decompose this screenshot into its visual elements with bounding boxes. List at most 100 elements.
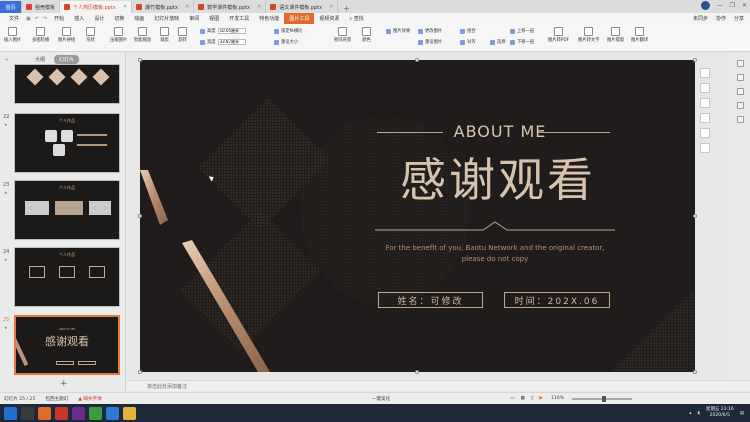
close-icon[interactable]: ✕ [185, 4, 189, 10]
menu-developer[interactable]: 开发工具 [224, 13, 254, 24]
current-slide[interactable]: ABOUT ME 感谢观看 For the benefit of you, Ba… [140, 60, 695, 372]
share-button[interactable]: 分享 [734, 15, 744, 22]
tab-document-active[interactable]: 个人简历模板.pptx ✕ [60, 1, 133, 13]
search-button[interactable]: ⌕ 查找 [344, 13, 368, 24]
menu-animation[interactable]: 动画 [129, 13, 149, 24]
new-tab-button[interactable]: + [338, 4, 355, 13]
rotate-button[interactable]: 旋转 [178, 27, 187, 43]
bring-forward-button[interactable]: 上移一层 [510, 28, 534, 34]
maximize-icon[interactable]: ❐ [730, 2, 735, 9]
sync-status[interactable]: 未同步 [693, 15, 708, 22]
collab-button[interactable]: 协作 [716, 15, 726, 22]
height-input[interactable] [217, 28, 246, 34]
folder-taskbar-icon[interactable] [123, 406, 136, 420]
tab-home[interactable]: 首页 [0, 1, 22, 13]
picture-to-text-button[interactable]: 图片转文字 [578, 27, 599, 43]
volume-icon[interactable]: ◖ [697, 411, 699, 416]
backup-icon[interactable] [737, 102, 744, 109]
menu-review[interactable]: 审阅 [184, 13, 204, 24]
start-icon[interactable] [4, 406, 17, 420]
view-reading-icon[interactable]: ▯ [531, 396, 534, 401]
slide-thumbnail[interactable]: 个人作品 [14, 247, 120, 307]
reset-size-button[interactable]: 重设大小 [274, 39, 298, 45]
multi-picture-button[interactable]: 多图轮播 [32, 27, 49, 43]
minimize-icon[interactable]: — [717, 2, 723, 9]
menu-file[interactable]: 文件 [4, 13, 24, 24]
shape-button[interactable]: 形状 [86, 27, 95, 43]
compress-button[interactable]: 压缩图片 [110, 27, 127, 43]
picture-effects-button[interactable]: 图片效果 [386, 28, 410, 34]
zoom-level[interactable]: 110% [551, 396, 564, 401]
menu-design[interactable]: 设计 [89, 13, 109, 24]
play-slideshow-icon[interactable]: ▶ [539, 396, 543, 401]
menu-view[interactable]: 视图 [204, 13, 224, 24]
remove-background-button[interactable]: 抠除背景 [334, 27, 351, 43]
zoom-slider-thumb[interactable] [602, 395, 607, 402]
menu-transition[interactable]: 切换 [109, 13, 129, 24]
menu-insert[interactable]: 插入 [69, 13, 89, 24]
tab-outline[interactable]: 大纲 [30, 55, 50, 64]
notification-icon[interactable]: ▤ [740, 411, 744, 416]
premiere-taskbar-icon[interactable] [72, 406, 85, 420]
beautify-button[interactable]: 一键美化 [372, 396, 390, 402]
picture-to-pdf-button[interactable]: 图片转PDF [548, 27, 569, 43]
color-button[interactable]: 颜色 [362, 27, 371, 43]
change-picture-button[interactable]: 更改图片 [418, 28, 442, 34]
search-taskbar-icon[interactable] [21, 406, 34, 420]
slide-thumbnail[interactable]: 个人作品 [14, 113, 120, 173]
group-button[interactable]: 组合 [460, 28, 476, 34]
select-button[interactable]: 选择 [490, 39, 506, 45]
picture-translate-button[interactable]: 图片翻译 [631, 27, 648, 43]
tab-document[interactable]: 语文课件模板.pptx ✕ [266, 1, 339, 13]
align-button[interactable]: 对齐 [460, 39, 476, 45]
clock[interactable]: 星期五 23:16 2020/6/5 [706, 407, 734, 419]
tab-docer[interactable]: 稻壳模板 [22, 1, 61, 13]
resize-handle[interactable] [138, 370, 142, 374]
insert-picture-button[interactable]: 插入图片 [4, 27, 21, 43]
menu-picture-tools[interactable]: 图片工具 [284, 13, 315, 24]
add-slide-button[interactable]: + [60, 379, 68, 389]
border-icon[interactable] [700, 128, 710, 138]
menu-video-resources[interactable]: 视频资源 [314, 13, 344, 24]
wechat-taskbar-icon[interactable] [89, 406, 102, 420]
tab-document[interactable]: 爆竹模板.pptx ✕ [132, 1, 195, 13]
menu-home[interactable]: 开始 [49, 13, 69, 24]
style-icon[interactable] [737, 74, 744, 81]
app-taskbar-icon[interactable] [55, 406, 68, 420]
lock-ratio-checkbox[interactable]: 锁定纵横比 [274, 28, 302, 34]
avatar[interactable] [700, 1, 710, 10]
view-normal-icon[interactable]: ▭ [510, 396, 514, 401]
zoom-slider[interactable] [572, 395, 633, 402]
save-icon[interactable]: ▣ [24, 13, 33, 24]
resize-handle[interactable] [138, 214, 142, 218]
resize-handle[interactable] [693, 58, 697, 62]
zoom-icon[interactable] [700, 83, 710, 93]
resize-handle[interactable] [693, 370, 697, 374]
more-icon[interactable] [700, 143, 710, 153]
width-input[interactable] [217, 39, 246, 45]
view-grid-icon[interactable]: ▦ [521, 396, 525, 401]
picture-split-button[interactable]: 图片拼接 [58, 27, 75, 43]
tab-slides[interactable]: 幻灯片 [54, 55, 80, 64]
close-icon[interactable]: ✕ [123, 4, 127, 10]
network-icon[interactable]: ▴ [689, 411, 691, 416]
settings-icon[interactable] [737, 116, 744, 123]
resize-handle[interactable] [138, 58, 142, 62]
redo-icon[interactable]: ↷ [41, 13, 49, 24]
undo-icon[interactable]: ↶ [33, 13, 41, 24]
frame-icon[interactable] [700, 113, 710, 123]
animation-icon[interactable] [737, 88, 744, 95]
picture-extract-button[interactable]: 图片提取 [607, 27, 624, 43]
tab-document[interactable]: 数学课件模板.pptx ✕ [194, 1, 267, 13]
browser-taskbar-icon[interactable] [106, 406, 119, 420]
properties-icon[interactable] [737, 60, 744, 67]
slide-thumbnail-selected[interactable]: ABOUT ME 感谢观看 [14, 315, 120, 375]
send-backward-button[interactable]: 下移一层 [510, 39, 534, 45]
slide-thumbnail[interactable] [14, 64, 120, 104]
notes-pane[interactable]: 单击此处添加备注 [127, 380, 750, 391]
collapse-panel-icon[interactable]: « [5, 57, 8, 63]
resize-handle[interactable] [415, 58, 419, 62]
close-icon[interactable]: ✕ [257, 4, 261, 10]
close-window-icon[interactable]: ✕ [742, 2, 747, 9]
crop-button[interactable]: 裁剪 [160, 27, 169, 43]
